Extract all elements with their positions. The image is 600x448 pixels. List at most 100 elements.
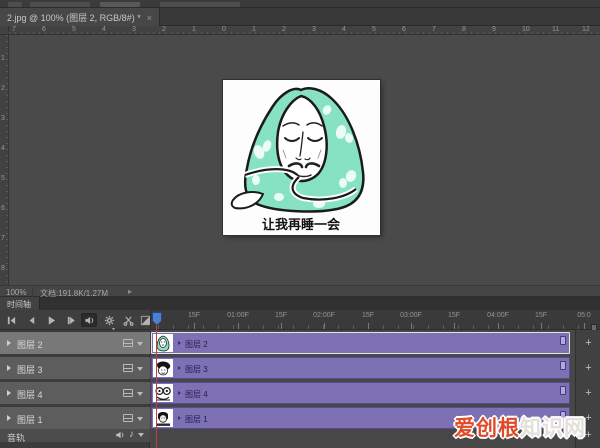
track-header-3[interactable]: 图层 4 (0, 382, 150, 404)
tick-mark (368, 323, 369, 329)
track-header-2[interactable]: 图层 3 (0, 357, 150, 379)
timeline-settings-gear-icon[interactable]: ▾ (101, 313, 117, 327)
watermark: 爱创根知识网 (454, 412, 586, 442)
horizontal-ruler[interactable]: 76543210123456789101112 (9, 26, 600, 35)
clip-bar-3[interactable]: 图层 4 (151, 382, 570, 404)
ruler-number: 6 (42, 26, 46, 33)
split-at-playhead-scissors-icon[interactable] (120, 313, 136, 327)
ruler-number: 12 (582, 26, 590, 33)
chevron-down-icon[interactable] (137, 392, 143, 396)
ruler-number: 4 (342, 26, 346, 33)
disclosure-triangle-icon[interactable] (7, 390, 11, 396)
tab-timeline[interactable]: 时间轴 (0, 297, 40, 310)
ruler-number: 0 (222, 26, 226, 33)
audio-track-header[interactable]: 音轨 ♪ (0, 428, 150, 442)
timeline-tick-label: 15F (362, 312, 374, 319)
clip-label: 图层 1 (185, 414, 208, 425)
timeline-tick-label: 15F (448, 312, 460, 319)
document-tab[interactable]: 2.jpg @ 100% (图层 2, RGB/8#) * × (0, 8, 160, 26)
clip-end-marker[interactable] (560, 361, 566, 370)
timeline-ruler[interactable]: 15F01:00F15F02:00F15F03:00F15F04:00F15F0… (150, 310, 600, 330)
ruler-number: 5 (1, 175, 5, 182)
previous-frame-icon[interactable] (23, 313, 39, 327)
tick-mark (194, 323, 195, 329)
clip-bar-2[interactable]: 图层 3 (151, 357, 570, 379)
ruler-number: 7 (12, 26, 16, 33)
ruler-origin-corner[interactable] (0, 26, 9, 35)
ruler-number: 9 (492, 26, 496, 33)
playhead-handle[interactable] (152, 312, 162, 325)
ruler-number: 3 (132, 26, 136, 33)
track-header-1[interactable]: 图层 2 (0, 332, 150, 354)
ruler-number: 8 (462, 26, 466, 33)
disclosure-triangle-icon[interactable] (7, 365, 11, 371)
transform-controls-option[interactable] (160, 2, 240, 7)
ruler-number: 10 (522, 26, 530, 33)
music-note-icon[interactable]: ♪ (129, 430, 134, 440)
ruler-number: 2 (282, 26, 286, 33)
clip-label: 图层 4 (185, 389, 208, 400)
speaker-icon[interactable] (115, 430, 125, 440)
layer-select-dropdown[interactable] (100, 2, 140, 7)
ruler-number: 5 (372, 26, 376, 33)
ruler-number: 2 (162, 26, 166, 33)
timeline-tick-label: 15F (275, 312, 287, 319)
add-media-button[interactable]: + (576, 337, 600, 349)
track-name: 图层 1 (17, 413, 43, 426)
canvas-area: 76543210123456789101112 12345678 (0, 26, 600, 285)
track-name: 图层 3 (17, 363, 43, 376)
timeline-tick-label: 15F (188, 312, 200, 319)
auto-select-option[interactable] (30, 2, 90, 7)
ruler-number: 4 (1, 145, 5, 152)
ruler-number: 1 (1, 55, 5, 62)
ruler-number: 2 (1, 85, 5, 92)
play-icon[interactable] (43, 313, 59, 327)
ruler-number: 1 (192, 26, 196, 33)
disclosure-triangle-icon (178, 366, 181, 370)
ruler-number: 7 (432, 26, 436, 33)
close-tab-icon[interactable]: × (147, 13, 152, 23)
watermark-part2: 知识网 (520, 417, 586, 440)
document-tab-title: 2.jpg @ 100% (图层 2, RGB/8#) * (7, 13, 141, 23)
mute-audio-icon[interactable] (81, 313, 97, 327)
chevron-down-icon[interactable] (137, 417, 143, 421)
add-media-button[interactable]: + (576, 387, 600, 399)
first-frame-icon[interactable] (3, 313, 19, 327)
chevron-down-icon[interactable] (137, 342, 143, 346)
timeline-tick-label: 04:00F (487, 312, 509, 319)
ruler-number: 1 (252, 26, 256, 33)
next-frame-icon[interactable] (63, 313, 79, 327)
film-icon (123, 339, 133, 347)
tick-mark (411, 323, 412, 329)
status-bar: 100% 文档:191.8K/1.27M ▸ (0, 285, 600, 297)
chevron-down-icon[interactable] (138, 433, 144, 437)
zoom-level-field[interactable]: 100% (6, 288, 26, 297)
track-header-4[interactable]: 图层 1 (0, 407, 150, 429)
film-icon (123, 364, 133, 372)
clip-end-marker[interactable] (560, 336, 566, 345)
ruler-number: 3 (312, 26, 316, 33)
disclosure-triangle-icon[interactable] (7, 415, 11, 421)
tick-mark (324, 323, 325, 329)
open-document-image[interactable]: 让我再睡一会 (223, 80, 380, 235)
timeline-transport-controls: ▾ (0, 310, 150, 330)
disclosure-triangle-icon[interactable] (7, 340, 11, 346)
clip-label: 图层 3 (185, 364, 208, 375)
timeline-tick-label: 05:0 (577, 312, 591, 319)
ruler-number: 11 (552, 26, 559, 33)
clip-bar-1[interactable]: 图层 2 (151, 332, 570, 354)
tool-icon[interactable] (8, 2, 22, 7)
status-options-arrow[interactable]: ▸ (128, 287, 132, 296)
tick-mark (541, 323, 542, 329)
status-divider (32, 287, 33, 297)
vertical-ruler[interactable]: 12345678 (0, 35, 9, 285)
timeline-tick-label: 01:00F (227, 312, 249, 319)
add-media-button[interactable]: + (576, 362, 600, 374)
timeline-panel-header: 时间轴 (0, 297, 600, 310)
clip-end-marker[interactable] (560, 386, 566, 395)
meme-illustration: 让我再睡一会 (223, 80, 380, 235)
audio-track-label: 音轨 (7, 431, 25, 444)
chevron-down-icon[interactable] (137, 367, 143, 371)
film-icon (123, 389, 133, 397)
disclosure-triangle-icon (178, 391, 181, 395)
